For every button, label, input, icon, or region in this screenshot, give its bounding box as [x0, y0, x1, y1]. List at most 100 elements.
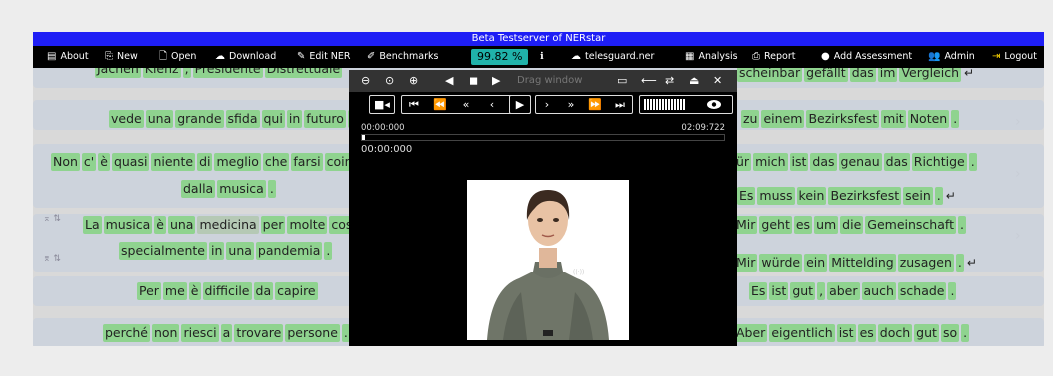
- token[interactable]: das: [883, 153, 910, 171]
- token[interactable]: Mir: [734, 254, 758, 272]
- fast-backward-icon[interactable]: ⏪: [427, 95, 453, 114]
- token[interactable]: Presidente: [192, 68, 263, 78]
- token[interactable]: sein: [903, 187, 933, 205]
- token[interactable]: una: [145, 110, 174, 128]
- token[interactable]: ,: [817, 282, 826, 300]
- prev-circle-icon[interactable]: ◀: [445, 70, 453, 92]
- camera-icon[interactable]: ■◂: [369, 95, 395, 114]
- token[interactable]: ist: [789, 153, 809, 171]
- token[interactable]: è: [154, 216, 166, 234]
- token[interactable]: geht: [759, 216, 792, 234]
- token[interactable]: trovare: [234, 324, 284, 342]
- token[interactable]: kein: [796, 187, 827, 205]
- nav-open[interactable]: 🗋 Open: [159, 46, 196, 68]
- token[interactable]: Vergleich: [899, 68, 962, 82]
- token[interactable]: würde: [759, 254, 803, 272]
- token[interactable]: futuro: [304, 110, 346, 128]
- token[interactable]: einem: [761, 110, 805, 128]
- token[interactable]: difficile: [202, 282, 252, 300]
- token[interactable]: niente: [151, 153, 196, 171]
- forward-circle-icon[interactable]: ⊕: [409, 70, 418, 92]
- token[interactable]: farsi: [291, 153, 323, 171]
- token[interactable]: Aber: [734, 324, 768, 342]
- chevron-right-icon[interactable]: ›: [1015, 166, 1021, 182]
- nav-benchmarks[interactable]: ✐ Benchmarks: [367, 46, 438, 68]
- token[interactable]: Gemeinschaft: [865, 216, 956, 234]
- nav-add-assessment[interactable]: ● Add Assessment: [821, 46, 912, 68]
- drag-window-handle[interactable]: Drag window: [517, 70, 582, 92]
- token[interactable]: sfida: [225, 110, 260, 128]
- token[interactable]: ein: [804, 254, 828, 272]
- back-circle-icon[interactable]: ⊖: [361, 70, 370, 92]
- step-forward-icon[interactable]: »: [559, 95, 583, 114]
- token[interactable]: qui: [261, 110, 285, 128]
- token[interactable]: non: [151, 324, 180, 342]
- token[interactable]: ist: [769, 282, 789, 300]
- nav-admin[interactable]: 👥 Admin: [928, 46, 975, 68]
- token[interactable]: doch: [877, 324, 913, 342]
- token[interactable]: in: [209, 242, 225, 260]
- token[interactable]: è: [188, 282, 201, 300]
- token[interactable]: .: [267, 180, 276, 198]
- token[interactable]: me: [162, 282, 187, 300]
- nav-about[interactable]: ▤ About: [47, 46, 89, 68]
- token[interactable]: muss: [757, 187, 795, 205]
- token[interactable]: Bezirksfest: [828, 187, 902, 205]
- prev-frame-icon[interactable]: ‹: [479, 95, 505, 114]
- close-icon[interactable]: ✕: [713, 70, 722, 92]
- token[interactable]: eigentlich: [769, 324, 835, 342]
- token[interactable]: .: [957, 216, 966, 234]
- next-frame-icon[interactable]: ›: [535, 95, 559, 114]
- skip-end-icon[interactable]: ⏭: [607, 95, 633, 114]
- token[interactable]: riesci: [181, 324, 219, 342]
- token[interactable]: so: [940, 324, 960, 342]
- swap-icon[interactable]: ⇄: [665, 70, 674, 92]
- play-icon[interactable]: ▶: [509, 95, 531, 114]
- token[interactable]: La: [83, 216, 102, 234]
- window-icon[interactable]: ▭: [617, 70, 627, 92]
- token[interactable]: Es: [737, 187, 756, 205]
- skip-start-icon[interactable]: ⏮: [401, 95, 427, 114]
- token[interactable]: das: [849, 68, 876, 82]
- token[interactable]: una: [167, 216, 196, 234]
- token[interactable]: in: [286, 110, 303, 128]
- token[interactable]: mit: [881, 110, 906, 128]
- token[interactable]: musica: [103, 216, 153, 234]
- token[interactable]: Richtige: [911, 153, 967, 171]
- token[interactable]: ist: [836, 324, 856, 342]
- token[interactable]: Kienz: [142, 68, 181, 78]
- token[interactable]: gut: [790, 282, 816, 300]
- token[interactable]: .: [961, 324, 970, 342]
- token[interactable]: Distrettuale: [264, 68, 343, 78]
- token[interactable]: Mittelding: [829, 254, 896, 272]
- stop-square-icon[interactable]: ◼: [469, 70, 478, 92]
- token[interactable]: è: [98, 153, 110, 171]
- token[interactable]: capire: [275, 282, 318, 300]
- nav-analysis[interactable]: ▦ Analysis: [685, 46, 738, 68]
- next-circle-icon[interactable]: ▶: [492, 70, 500, 92]
- token[interactable]: molte: [287, 216, 328, 234]
- token[interactable]: die: [840, 216, 864, 234]
- token[interactable]: Jachen: [95, 68, 141, 78]
- token[interactable]: ,: [182, 68, 191, 78]
- token[interactable]: Es: [749, 282, 768, 300]
- nav-logout[interactable]: ⇥ Logout: [992, 46, 1037, 68]
- token[interactable]: .: [934, 187, 943, 205]
- token[interactable]: das: [810, 153, 837, 171]
- token[interactable]: es: [857, 324, 876, 342]
- token[interactable]: grande: [175, 110, 224, 128]
- token[interactable]: .: [968, 153, 977, 171]
- chevron-right-icon[interactable]: ›: [1015, 228, 1021, 244]
- token[interactable]: aber: [827, 282, 860, 300]
- nav-server[interactable]: ☁ telesguard.ner: [571, 46, 654, 68]
- token[interactable]: dalla: [181, 180, 216, 198]
- token[interactable]: da: [253, 282, 274, 300]
- token[interactable]: es: [793, 216, 813, 234]
- token[interactable]: perché: [103, 324, 150, 342]
- token[interactable]: pandemia: [255, 242, 323, 260]
- seek-bar[interactable]: [361, 134, 725, 141]
- token[interactable]: musica: [217, 180, 266, 198]
- nav-report[interactable]: ⎙ Report: [752, 46, 796, 68]
- token[interactable]: .: [951, 110, 960, 128]
- row-move-icon[interactable]: ⌅ ⇅: [43, 214, 61, 224]
